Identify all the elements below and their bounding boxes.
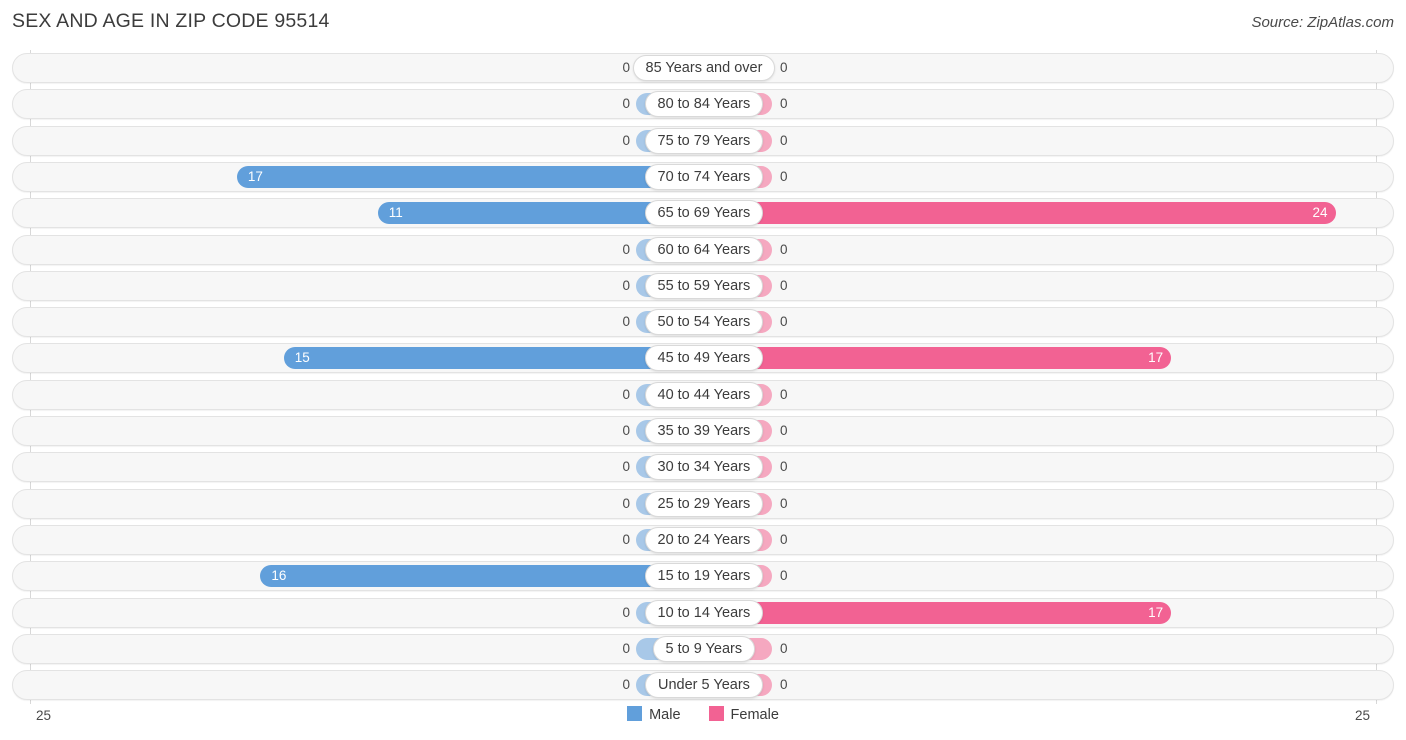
table-row[interactable]: 0 0 50 to 54 Years <box>12 307 1394 338</box>
age-group-label: 75 to 79 Years <box>644 127 764 154</box>
value-label-female: 0 <box>780 568 788 584</box>
table-row[interactable]: 0 0 85 Years and over <box>12 53 1394 83</box>
legend-swatch-female-icon <box>708 706 724 721</box>
value-label-female: 0 <box>780 277 788 293</box>
plot-area: 0 0 85 Years and over 0 0 80 to 84 Years 0 0 75 … <box>0 50 1406 704</box>
table-row[interactable]: 17 0 70 to 74 Years <box>12 161 1394 192</box>
bar-female[interactable] <box>694 202 1336 225</box>
legend-item-female[interactable]: Female <box>708 706 779 723</box>
legend-label-female: Female <box>730 707 779 723</box>
value-label-male: 0 <box>622 386 630 402</box>
age-group-label: 85 Years and over <box>632 55 776 81</box>
value-label-female: 24 <box>1312 205 1328 221</box>
table-row[interactable]: 0 0 20 to 24 Years <box>12 524 1394 555</box>
age-group-label: 10 to 14 Years <box>644 599 764 626</box>
table-row[interactable]: 0 0 30 to 34 Years <box>12 452 1394 483</box>
age-group-label: 20 to 24 Years <box>644 526 764 553</box>
age-group-label: 40 to 44 Years <box>644 381 764 408</box>
value-label-female: 0 <box>780 168 788 184</box>
age-group-label: 80 to 84 Years <box>644 91 764 118</box>
legend-item-male[interactable]: Male <box>627 706 681 723</box>
value-label-male: 0 <box>622 531 630 547</box>
age-group-label: 70 to 74 Years <box>644 163 764 190</box>
value-label-female: 0 <box>780 640 788 656</box>
value-label-male: 0 <box>622 314 630 330</box>
age-group-label: 25 to 29 Years <box>644 490 764 517</box>
table-row[interactable]: 0 0 Under 5 Years <box>12 670 1394 701</box>
bar-female[interactable] <box>694 347 1172 370</box>
value-label-male: 11 <box>388 205 403 221</box>
table-row[interactable]: 0 0 80 to 84 Years <box>12 89 1394 120</box>
table-row[interactable]: 0 0 5 to 9 Years <box>12 633 1394 664</box>
value-label-male: 15 <box>294 350 310 366</box>
table-row[interactable]: 0 0 40 to 44 Years <box>12 379 1394 410</box>
age-group-label: 55 to 59 Years <box>644 272 764 299</box>
bar-male[interactable] <box>236 165 714 188</box>
value-label-male: 0 <box>622 640 630 656</box>
value-label-male: 16 <box>271 568 287 584</box>
population-pyramid-chart: SEX AND AGE IN ZIP CODE 95514 Source: Zi… <box>0 0 1406 740</box>
table-row[interactable]: 0 17 10 to 14 Years <box>12 597 1394 628</box>
table-row[interactable]: 0 0 35 to 39 Years <box>12 416 1394 446</box>
value-label-male: 0 <box>622 423 630 438</box>
value-label-male: 0 <box>622 677 630 693</box>
value-label-female: 17 <box>1148 604 1164 620</box>
value-label-female: 0 <box>780 314 788 330</box>
chart-legend: Male Female <box>0 706 1406 723</box>
age-group-label: 60 to 64 Years <box>644 236 764 263</box>
value-label-female: 0 <box>780 386 788 402</box>
table-row[interactable]: 16 0 15 to 19 Years <box>12 561 1394 592</box>
age-group-label: 15 to 19 Years <box>644 563 764 590</box>
value-label-female: 0 <box>780 531 788 547</box>
age-group-label: 65 to 69 Years <box>644 200 764 227</box>
value-label-female: 0 <box>780 60 788 75</box>
age-group-label: 5 to 9 Years <box>652 635 756 662</box>
value-label-male: 0 <box>622 495 630 511</box>
value-label-female: 0 <box>780 241 788 257</box>
table-row[interactable]: 15 17 45 to 49 Years <box>12 343 1394 374</box>
age-group-label: Under 5 Years <box>645 672 763 699</box>
value-label-male: 0 <box>622 459 630 475</box>
table-row[interactable]: 0 0 25 to 29 Years <box>12 488 1394 519</box>
value-label-male: 17 <box>247 168 263 184</box>
age-group-label: 30 to 34 Years <box>644 454 764 481</box>
value-label-female: 17 <box>1148 350 1164 366</box>
value-label-female: 0 <box>780 459 788 475</box>
table-row[interactable]: 0 0 55 to 59 Years <box>12 270 1394 301</box>
source-attribution: Source: ZipAtlas.com <box>1251 14 1394 31</box>
table-row[interactable]: 11 24 65 to 69 Years <box>12 198 1394 229</box>
age-group-label: 45 to 49 Years <box>644 345 764 372</box>
table-row[interactable]: 0 0 60 to 64 Years <box>12 234 1394 265</box>
legend-label-male: Male <box>649 707 681 723</box>
value-label-male: 0 <box>622 132 630 148</box>
bar-female[interactable] <box>694 601 1172 624</box>
legend-swatch-male-icon <box>627 706 643 721</box>
value-label-female: 0 <box>780 677 788 693</box>
table-row[interactable]: 0 0 75 to 79 Years <box>12 125 1394 156</box>
value-label-female: 0 <box>780 423 788 438</box>
age-group-label: 50 to 54 Years <box>644 309 764 336</box>
value-label-male: 0 <box>622 241 630 257</box>
page-title: SEX AND AGE IN ZIP CODE 95514 <box>12 10 330 32</box>
value-label-male: 0 <box>622 277 630 293</box>
value-label-male: 0 <box>622 604 630 620</box>
value-label-male: 0 <box>622 60 630 75</box>
age-group-label: 35 to 39 Years <box>644 418 764 444</box>
value-label-female: 0 <box>780 132 788 148</box>
value-label-female: 0 <box>780 96 788 112</box>
value-label-male: 0 <box>622 96 630 112</box>
value-label-female: 0 <box>780 495 788 511</box>
